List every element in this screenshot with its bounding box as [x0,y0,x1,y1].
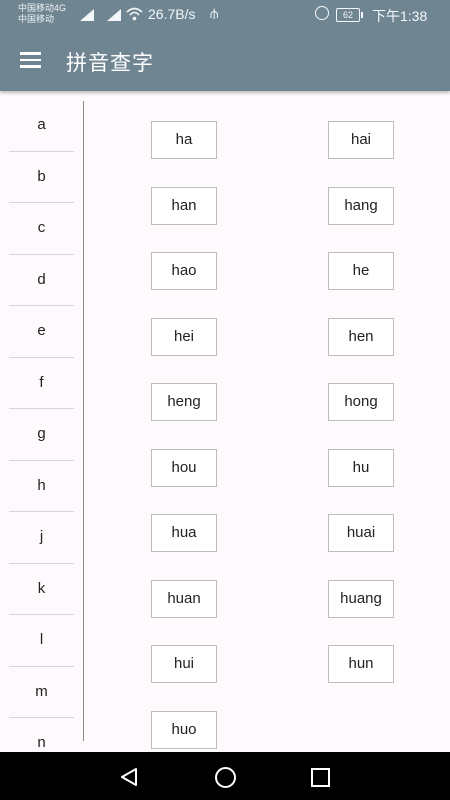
syllable-button-hei[interactable]: hei [151,317,217,356]
syllable-button-hou[interactable]: hou [151,448,217,487]
home-circle-icon[interactable] [215,767,236,788]
syllable-button-hen[interactable]: hen [328,317,394,356]
syllable-button-hua[interactable]: hua [151,514,217,552]
sidebar-letter-c[interactable]: c [9,203,74,255]
letter-index-sidebar: abcdefghjklmn [9,100,74,770]
status-bar: 中国移动4G 中国移动 26.7B/s ⫛ 62 下午1:38 [0,0,450,30]
battery-icon: 62 [336,8,363,22]
app-bar: 拼音查字 [0,30,450,91]
syllable-button-huang[interactable]: huang [328,579,394,618]
clock: 下午1:38 [372,8,428,24]
carrier-1: 中国移动4G [18,3,67,13]
alarm-icon [315,6,329,20]
signal-icon [80,9,94,21]
sidebar-letter-e[interactable]: e [9,306,74,358]
wifi-icon [126,7,143,21]
syllable-button-hong[interactable]: hong [328,383,394,421]
sidebar-letter-m[interactable]: m [9,667,74,718]
carrier-2: 中国移动 [18,14,55,24]
sidebar-letter-g[interactable]: g [9,409,74,461]
syllable-button-hui[interactable]: hui [151,645,217,683]
usb-icon: ⫛ [210,5,219,21]
syllable-button-huan[interactable]: huan [151,579,217,618]
carrier-info: 中国移动4G 中国移动 [18,3,66,25]
sidebar-letter-l[interactable]: l [9,615,74,667]
signal-icon-2 [107,9,121,21]
hamburger-menu-icon[interactable] [20,52,41,68]
syllable-grid: ha hai han hang hao he hei hen heng hong hou hu hua h… [84,92,450,752]
sidebar-letter-b[interactable]: b [9,152,74,203]
syllable-button-heng[interactable]: heng [151,383,217,421]
sidebar-letter-h[interactable]: h [9,461,74,512]
syllable-button-han[interactable]: han [151,186,217,225]
syllable-button-hun[interactable]: hun [328,645,394,683]
recent-apps-square-icon[interactable] [311,768,330,787]
page-title: 拼音查字 [66,52,154,75]
net-speed: 26.7B/s [148,6,196,22]
syllable-button-he[interactable]: he [328,252,394,290]
syllable-button-hang[interactable]: hang [328,186,394,225]
syllable-button-hao[interactable]: hao [151,252,217,290]
sidebar-letter-f[interactable]: f [9,358,74,409]
syllable-button-huo[interactable]: huo [151,710,217,749]
syllable-button-hu[interactable]: hu [328,448,394,487]
sidebar-letter-k[interactable]: k [9,564,74,615]
syllable-button-hai[interactable]: hai [328,121,394,159]
back-triangle-icon[interactable] [119,767,139,787]
syllable-button-ha[interactable]: ha [151,121,217,159]
syllable-button-huai[interactable]: huai [328,514,394,552]
system-nav-bar [0,752,450,800]
sidebar-letter-j[interactable]: j [9,512,74,564]
sidebar-letter-a[interactable]: a [9,100,74,152]
sidebar-letter-d[interactable]: d [9,255,74,306]
